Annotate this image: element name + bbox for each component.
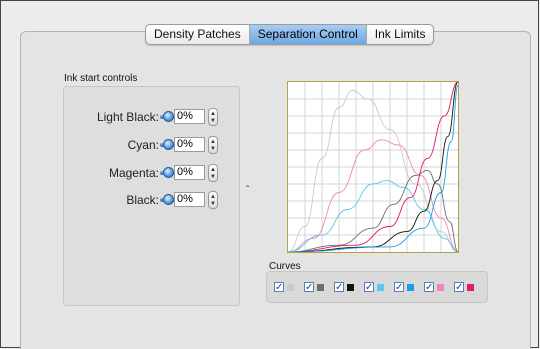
row-light-black: Light Black: 0% ▲ ▼ <box>64 107 241 127</box>
arrow-down-icon[interactable]: ▼ <box>210 174 216 180</box>
separation-curves-graph[interactable] <box>287 81 459 253</box>
curve-toggle-cyan[interactable]: ✓ <box>394 282 416 293</box>
curve-toggle-light-black[interactable]: ✓ <box>304 282 326 293</box>
light-black-value-field[interactable]: 0% <box>174 109 205 124</box>
checkbox-icon[interactable]: ✓ <box>304 282 314 293</box>
curve-toggle-light-cyan[interactable]: ✓ <box>364 282 386 293</box>
slider-knob-icon[interactable] <box>163 139 174 150</box>
color-swatch <box>407 284 414 291</box>
magenta-stepper[interactable]: ▲ ▼ <box>208 164 218 182</box>
black-stepper[interactable]: ▲ ▼ <box>208 191 218 209</box>
tab-ink-limits[interactable]: Ink Limits <box>367 25 434 44</box>
checkbox-icon[interactable]: ✓ <box>424 282 434 293</box>
arrow-down-icon[interactable]: ▼ <box>210 146 216 152</box>
row-cyan: Cyan: 0% ▲ ▼ <box>64 135 241 155</box>
arrow-up-icon[interactable]: ▲ <box>210 139 216 145</box>
arrow-down-icon[interactable]: ▼ <box>210 201 216 207</box>
cyan-value-field[interactable]: 0% <box>174 137 205 152</box>
black-label: Black: <box>126 193 159 207</box>
light-black-label: Light Black: <box>96 110 159 124</box>
checkbox-icon[interactable]: ✓ <box>394 282 404 293</box>
slider-knob-icon[interactable] <box>163 111 174 122</box>
magenta-value-field[interactable]: 0% <box>174 165 205 180</box>
slider-knob-icon[interactable] <box>163 167 174 178</box>
magenta-label: Magenta: <box>108 166 159 180</box>
curve-toggle-magenta[interactable]: ✓ <box>454 282 476 293</box>
color-swatch <box>437 284 444 291</box>
black-value-field[interactable]: 0% <box>174 192 205 207</box>
color-swatch <box>287 284 294 291</box>
arrow-up-icon[interactable]: ▲ <box>210 194 216 200</box>
curve-toggle-black[interactable]: ✓ <box>334 282 356 293</box>
curve-toggle-light-light-black[interactable]: ✓ <box>274 282 296 293</box>
ink-start-title: Ink start controls <box>64 73 138 84</box>
checkbox-icon[interactable]: ✓ <box>364 282 374 293</box>
checkbox-icon[interactable]: ✓ <box>454 282 464 293</box>
cyan-label: Cyan: <box>127 138 159 152</box>
color-swatch <box>377 284 384 291</box>
tab-bar: Density Patches Separation Control Ink L… <box>145 24 435 45</box>
checkbox-icon[interactable]: ✓ <box>274 282 284 293</box>
tab-density-patches[interactable]: Density Patches <box>146 25 250 44</box>
color-swatch <box>317 284 324 291</box>
arrow-down-icon[interactable]: ▼ <box>210 118 216 124</box>
row-black: Black: 0% ▲ ▼ <box>64 190 241 210</box>
curve-plot <box>288 82 458 252</box>
light-black-stepper[interactable]: ▲ ▼ <box>208 108 218 126</box>
color-swatch <box>467 284 474 291</box>
color-swatch <box>347 284 354 291</box>
checkbox-icon[interactable]: ✓ <box>334 282 344 293</box>
slider-knob-icon[interactable] <box>163 194 174 205</box>
row-magenta: Magenta: 0% ▲ ▼ <box>64 163 241 183</box>
curves-group: ✓ ✓ ✓ ✓ ✓ ✓ ✓ <box>266 271 488 303</box>
ink-start-group: Light Black: 0% ▲ ▼ Cyan: 0% ▲ ▼ Magenta: … <box>63 86 240 306</box>
cyan-stepper[interactable]: ▲ ▼ <box>208 136 218 154</box>
arrow-up-icon[interactable]: ▲ <box>210 167 216 173</box>
window-frame: Density Patches Separation Control Ink L… <box>0 0 539 349</box>
curve-toggle-light-magenta[interactable]: ✓ <box>424 282 446 293</box>
disclosure-caret-icon[interactable]: ˆ <box>246 185 249 196</box>
tab-separation-control[interactable]: Separation Control <box>249 25 367 44</box>
arrow-up-icon[interactable]: ▲ <box>210 111 216 117</box>
